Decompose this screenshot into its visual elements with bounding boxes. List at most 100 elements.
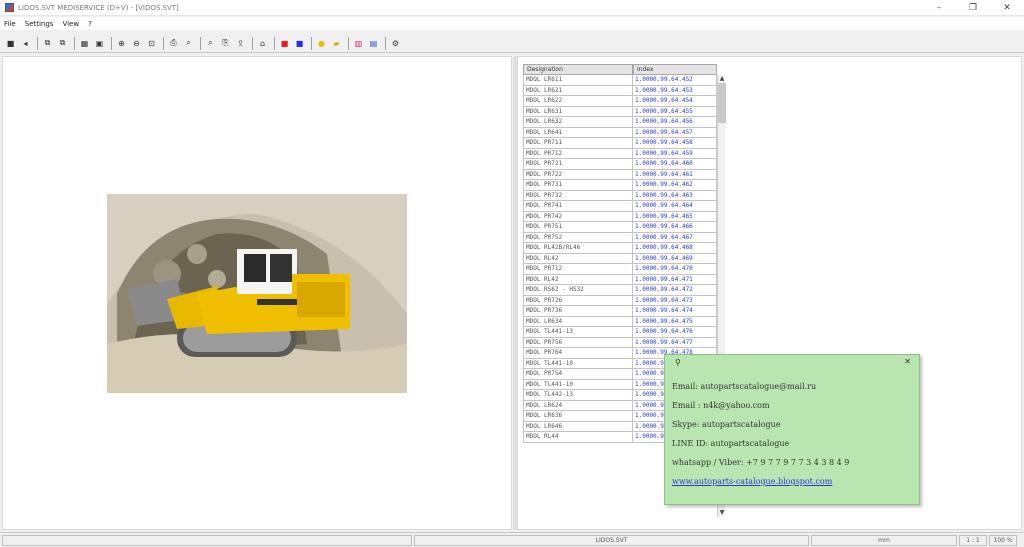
document-icon[interactable]: ▤ bbox=[367, 37, 380, 50]
cell-index-link[interactable]: 1.0000.99.64.458 bbox=[633, 138, 717, 149]
folder-icon[interactable]: ▰ bbox=[330, 37, 343, 50]
table-row[interactable]: MDOL LR632 1.0000.99.64.456 bbox=[523, 117, 717, 128]
find-icon[interactable]: ⌕ bbox=[182, 37, 195, 50]
scroll-up-icon[interactable]: ▲ bbox=[718, 75, 726, 83]
print-icon[interactable]: ⎙ bbox=[167, 37, 180, 50]
cell-index-link[interactable]: 1.0000.99.64.468 bbox=[633, 243, 717, 254]
table-row[interactable]: MDOL PR712 1.0000.99.64.470 bbox=[523, 264, 717, 275]
menu-file[interactable]: File bbox=[4, 20, 16, 28]
app-icon bbox=[5, 3, 14, 12]
cell-designation: MDOL PR742 bbox=[523, 211, 633, 222]
cell-index-link[interactable]: 1.0000.99.64.472 bbox=[633, 285, 717, 296]
grid-header: Designation Index bbox=[523, 64, 717, 75]
table-row[interactable]: MDOL RL42B/RL46 1.0000.99.64.468 bbox=[523, 243, 717, 254]
cell-index-link[interactable]: 1.0000.99.64.457 bbox=[633, 127, 717, 138]
popup-close-icon[interactable]: ✕ bbox=[904, 357, 911, 366]
stop-icon[interactable]: ■ bbox=[4, 37, 17, 50]
toolbar-separator bbox=[311, 36, 312, 50]
chart-icon[interactable]: ▥ bbox=[352, 37, 365, 50]
back-icon[interactable]: ◂ bbox=[19, 37, 32, 50]
column-header-designation[interactable]: Designation bbox=[523, 64, 633, 75]
cell-index-link[interactable]: 1.0000.99.64.465 bbox=[633, 211, 717, 222]
table-row[interactable]: MDOL LR621 1.0000.99.64.453 bbox=[523, 85, 717, 96]
table-row[interactable]: MDOL TL441-13 1.0000.99.64.476 bbox=[523, 327, 717, 338]
cell-index-link[interactable]: 1.0000.99.64.476 bbox=[633, 327, 717, 338]
maximize-button[interactable]: ❐ bbox=[956, 0, 990, 16]
table-row[interactable]: MDOL PR721 1.0000.99.64.460 bbox=[523, 159, 717, 170]
table-row[interactable]: MDOL LR611 1.0000.99.64.452 bbox=[523, 75, 717, 86]
grid-icon[interactable]: ▦ bbox=[78, 37, 91, 50]
pin-icon[interactable]: ⚲ bbox=[675, 358, 681, 367]
cell-index-link[interactable]: 1.0000.99.64.473 bbox=[633, 295, 717, 306]
contact-website-link[interactable]: www.autoparts-catalogue.blogspot.com bbox=[672, 477, 849, 496]
table-row[interactable]: MDOL PR742 1.0000.99.64.465 bbox=[523, 211, 717, 222]
cell-index-link[interactable]: 1.0000.99.64.456 bbox=[633, 117, 717, 128]
table-row[interactable]: MDOL PR736 1.0000.99.64.474 bbox=[523, 306, 717, 317]
menu-help[interactable]: ? bbox=[88, 20, 92, 28]
table-row[interactable]: MDOL PR751 1.0000.99.64.466 bbox=[523, 222, 717, 233]
cell-index-link[interactable]: 1.0000.99.64.471 bbox=[633, 274, 717, 285]
cell-designation: MDOL LR611 bbox=[523, 75, 633, 86]
toolbar-separator bbox=[163, 36, 164, 50]
cell-index-link[interactable]: 1.0000.99.64.477 bbox=[633, 337, 717, 348]
title-bar: LIDOS.SVT MEDISERVICE (D+V) - [VIDOS.SVT… bbox=[0, 0, 1024, 16]
cell-index-link[interactable]: 1.0000.99.64.460 bbox=[633, 159, 717, 170]
minimize-button[interactable]: – bbox=[922, 0, 956, 16]
zoom-out-icon[interactable]: ⊖ bbox=[130, 37, 143, 50]
cell-index-link[interactable]: 1.0000.99.64.452 bbox=[633, 75, 717, 86]
info-icon[interactable]: ● bbox=[315, 37, 328, 50]
page-next-icon[interactable]: ⧉ bbox=[56, 37, 69, 50]
cell-index-link[interactable]: 1.0000.99.64.475 bbox=[633, 316, 717, 327]
scroll-thumb[interactable] bbox=[718, 83, 726, 123]
table-row[interactable]: MDOL RS62 - HS32 1.0000.99.64.472 bbox=[523, 285, 717, 296]
cell-index-link[interactable]: 1.0000.99.64.461 bbox=[633, 169, 717, 180]
table-row[interactable]: MDOL RL42 1.0000.99.64.471 bbox=[523, 274, 717, 285]
status-panel-scale: 1 : 1 bbox=[959, 534, 987, 546]
cell-index-link[interactable]: 1.0000.99.64.470 bbox=[633, 264, 717, 275]
close-button[interactable]: ✕ bbox=[990, 0, 1024, 16]
cell-designation: MDOL PR732 bbox=[523, 190, 633, 201]
column-header-index[interactable]: Index bbox=[633, 64, 717, 75]
cell-index-link[interactable]: 1.0000.99.64.453 bbox=[633, 85, 717, 96]
cell-index-link[interactable]: 1.0000.99.64.466 bbox=[633, 222, 717, 233]
settings-icon[interactable]: ⚙ bbox=[389, 37, 402, 50]
fit-icon[interactable]: ⊡ bbox=[145, 37, 158, 50]
table-row[interactable]: MDOL PR726 1.0000.99.64.473 bbox=[523, 295, 717, 306]
table-row[interactable]: MDOL PR712 1.0000.99.64.459 bbox=[523, 148, 717, 159]
table-row[interactable]: MDOL LR641 1.0000.99.64.457 bbox=[523, 127, 717, 138]
red-square-icon[interactable]: ■ bbox=[278, 37, 291, 50]
find-next-icon[interactable]: ⌕ bbox=[204, 37, 217, 50]
contact-popup: ⚲ ✕ Email: autopartscatalogue@mail.ru Em… bbox=[664, 354, 920, 505]
table-row[interactable]: MDOL PR711 1.0000.99.64.458 bbox=[523, 138, 717, 149]
table-row[interactable]: MDOL LR631 1.0000.99.64.455 bbox=[523, 106, 717, 117]
table-row[interactable]: MDOL PR752 1.0000.99.64.467 bbox=[523, 232, 717, 243]
home-icon[interactable]: ⌂ bbox=[256, 37, 269, 50]
page-prev-icon[interactable]: ⧉ bbox=[41, 37, 54, 50]
cell-index-link[interactable]: 1.0000.99.64.455 bbox=[633, 106, 717, 117]
cell-index-link[interactable]: 1.0000.99.64.464 bbox=[633, 201, 717, 212]
export-icon[interactable]: ⇪ bbox=[234, 37, 247, 50]
cell-designation: MDOL PR726 bbox=[523, 295, 633, 306]
table-row[interactable]: MDOL LR634 1.0000.99.64.475 bbox=[523, 316, 717, 327]
table-row[interactable]: MDOL PR756 1.0000.99.64.477 bbox=[523, 337, 717, 348]
cell-index-link[interactable]: 1.0000.99.64.454 bbox=[633, 96, 717, 107]
save-icon[interactable]: ▣ bbox=[93, 37, 106, 50]
cell-index-link[interactable]: 1.0000.99.64.463 bbox=[633, 190, 717, 201]
table-row[interactable]: MDOL PR732 1.0000.99.64.463 bbox=[523, 190, 717, 201]
cell-index-link[interactable]: 1.0000.99.64.474 bbox=[633, 306, 717, 317]
table-row[interactable]: MDOL PR741 1.0000.99.64.464 bbox=[523, 201, 717, 212]
cell-index-link[interactable]: 1.0000.99.64.462 bbox=[633, 180, 717, 191]
menu-view[interactable]: View bbox=[62, 20, 79, 28]
cell-index-link[interactable]: 1.0000.99.64.469 bbox=[633, 253, 717, 264]
copy-icon[interactable]: ⎘ bbox=[219, 37, 232, 50]
scroll-down-icon[interactable]: ▼ bbox=[718, 509, 726, 517]
table-row[interactable]: MDOL RL42 1.0000.99.64.469 bbox=[523, 253, 717, 264]
table-row[interactable]: MDOL PR731 1.0000.99.64.462 bbox=[523, 180, 717, 191]
table-row[interactable]: MDOL LR622 1.0000.99.64.454 bbox=[523, 96, 717, 107]
table-row[interactable]: MDOL PR722 1.0000.99.64.461 bbox=[523, 169, 717, 180]
cell-index-link[interactable]: 1.0000.99.64.467 bbox=[633, 232, 717, 243]
blue-square-icon[interactable]: ■ bbox=[293, 37, 306, 50]
menu-settings[interactable]: Settings bbox=[25, 20, 54, 28]
zoom-in-icon[interactable]: ⊕ bbox=[115, 37, 128, 50]
cell-index-link[interactable]: 1.0000.99.64.459 bbox=[633, 148, 717, 159]
